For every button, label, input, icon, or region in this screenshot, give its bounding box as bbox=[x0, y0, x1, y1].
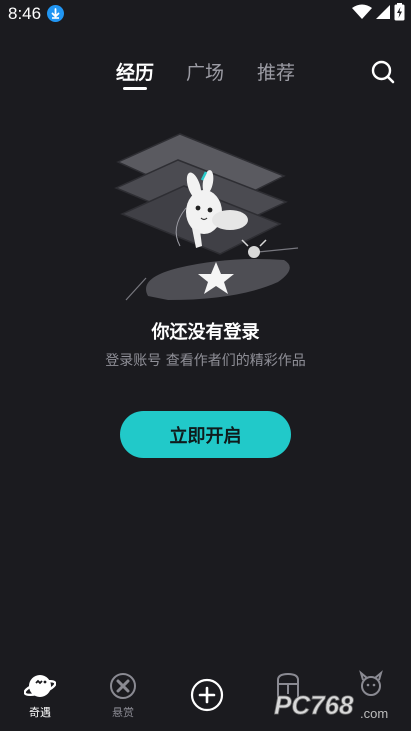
svg-text:.com: .com bbox=[360, 706, 388, 721]
top-tabs: 经历 广场 推荐 bbox=[0, 56, 411, 96]
planet-icon bbox=[23, 670, 57, 702]
tab-experience[interactable]: 经历 bbox=[116, 58, 154, 85]
nav-item-add[interactable] bbox=[176, 678, 236, 712]
status-time: 8:46 bbox=[8, 4, 42, 23]
tab-recommend[interactable]: 推荐 bbox=[257, 58, 295, 85]
empty-subtitle: 登录账号 查看作者们的精彩作品 bbox=[105, 353, 306, 369]
nav-item-adventure[interactable]: 奇遇 bbox=[10, 670, 70, 720]
watermark-logo: PC768 .com bbox=[272, 688, 406, 724]
svg-text:PC768: PC768 bbox=[274, 690, 354, 720]
download-icon bbox=[47, 5, 64, 22]
status-right bbox=[352, 3, 405, 25]
nav-item-bounty[interactable]: 悬赏 bbox=[93, 670, 153, 720]
wifi-icon bbox=[352, 4, 372, 24]
empty-title: 你还没有登录 bbox=[151, 322, 260, 343]
battery-charging-icon bbox=[394, 3, 405, 25]
nav-label-adventure: 奇遇 bbox=[29, 706, 51, 719]
tab-indicator bbox=[123, 87, 147, 90]
start-now-button[interactable]: 立即开启 bbox=[120, 411, 291, 458]
search-icon[interactable] bbox=[369, 58, 397, 86]
cross-badge-icon bbox=[107, 670, 139, 702]
tab-square[interactable]: 广场 bbox=[186, 58, 224, 85]
signal-icon bbox=[376, 4, 390, 24]
add-icon bbox=[190, 678, 224, 712]
status-bar: 8:46 bbox=[0, 0, 411, 28]
bunny-flying-illustration bbox=[108, 128, 304, 308]
nav-label-bounty: 悬赏 bbox=[112, 706, 134, 719]
